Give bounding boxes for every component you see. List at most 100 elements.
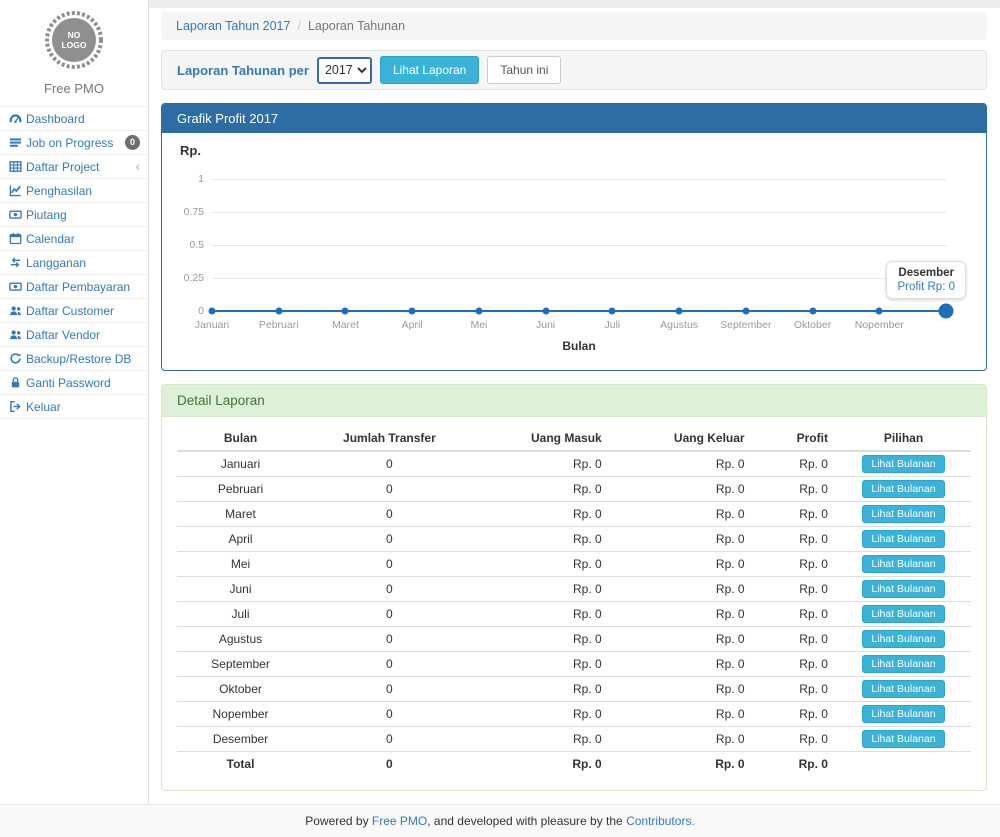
sidebar-item-label: Daftar Pembayaran xyxy=(26,280,130,294)
gridline xyxy=(212,245,946,246)
sidebar-item-langganan[interactable]: Langganan xyxy=(0,251,148,275)
table-row-pebruari: Pebruari0Rp. 0Rp. 0Rp. 0Lihat Bulanan xyxy=(177,477,971,502)
sidebar-item-label: Penghasilan xyxy=(26,184,92,198)
action-cell: Lihat Bulanan xyxy=(836,627,971,652)
sidebar-item-calendar[interactable]: Calendar xyxy=(0,227,148,251)
lihat-bulanan-button[interactable]: Lihat Bulanan xyxy=(862,580,944,598)
y-tick-label: 0.5 xyxy=(164,239,204,251)
app-name: Free PMO xyxy=(0,81,148,96)
gridline xyxy=(212,179,946,180)
cell-uang-masuk: Rp. 0 xyxy=(475,652,610,677)
lihat-bulanan-button[interactable]: Lihat Bulanan xyxy=(862,480,944,498)
sidebar-item-job-on-progress[interactable]: Job on Progress0 xyxy=(0,131,148,155)
table-row-nopember: Nopember0Rp. 0Rp. 0Rp. 0Lihat Bulanan xyxy=(177,702,971,727)
sidebar-item-label: Piutang xyxy=(26,208,67,222)
sidebar: NO LOGO Free PMO DashboardJob on Progres… xyxy=(0,0,149,804)
data-point-pebruari[interactable] xyxy=(275,308,282,315)
lihat-bulanan-button[interactable]: Lihat Bulanan xyxy=(862,680,944,698)
data-point-juni[interactable] xyxy=(542,308,549,315)
chart-panel-title: Grafik Profit 2017 xyxy=(177,111,278,126)
sidebar-item-keluar[interactable]: Keluar xyxy=(0,395,148,419)
action-cell: Lihat Bulanan xyxy=(836,477,971,502)
table-row-januari: Januari0Rp. 0Rp. 0Rp. 0Lihat Bulanan xyxy=(177,451,971,477)
cell-profit: Rp. 0 xyxy=(753,552,836,577)
cell-profit: Rp. 0 xyxy=(753,627,836,652)
lihat-bulanan-button[interactable]: Lihat Bulanan xyxy=(862,655,944,673)
footer-link-freepmo[interactable]: Free PMO xyxy=(372,814,427,828)
column-header-profit: Profit xyxy=(753,426,836,451)
detail-panel-body: BulanJumlah TransferUang MasukUang Kelua… xyxy=(162,417,986,790)
footer-text-prefix: Powered by xyxy=(305,814,372,828)
table-row-desember: Desember0Rp. 0Rp. 0Rp. 0Lihat Bulanan xyxy=(177,727,971,752)
cell-uang-keluar: Rp. 0 xyxy=(610,451,753,477)
signout-icon xyxy=(9,400,26,413)
sidebar-item-daftar-customer[interactable]: Daftar Customer xyxy=(0,299,148,323)
data-point-juli[interactable] xyxy=(609,308,616,315)
exchange-icon xyxy=(9,256,26,269)
tooltip-month: Desember xyxy=(897,267,955,279)
lihat-laporan-button[interactable]: Lihat Laporan xyxy=(380,56,479,85)
data-point-maret[interactable] xyxy=(342,308,349,315)
sidebar-item-daftar-project[interactable]: Daftar Project‹ xyxy=(0,155,148,179)
cell-jumlah-transfer: 0 xyxy=(304,727,475,752)
sidebar-item-label: Daftar Customer xyxy=(26,304,114,318)
lihat-bulanan-button[interactable]: Lihat Bulanan xyxy=(862,605,944,623)
footer-link-contributors[interactable]: Contributors. xyxy=(626,814,695,828)
sidebar-item-piutang[interactable]: Piutang xyxy=(0,203,148,227)
year-select[interactable]: 2017 xyxy=(317,57,372,84)
breadcrumb-link[interactable]: Laporan Tahun 2017 xyxy=(176,19,290,33)
x-tick-label: Maret xyxy=(332,319,359,331)
sidebar-item-dashboard[interactable]: Dashboard xyxy=(0,107,148,131)
sidebar-item-backup-restore-db[interactable]: Backup/Restore DB xyxy=(0,347,148,371)
sidebar-item-daftar-vendor[interactable]: Daftar Vendor xyxy=(0,323,148,347)
column-header-uang-keluar: Uang Keluar xyxy=(610,426,753,451)
main-content: Laporan Tahun 2017 / Laporan Tahunan Lap… xyxy=(149,0,1000,804)
tahun-ini-button[interactable]: Tahun ini xyxy=(487,56,561,85)
filter-bar: Laporan Tahunan per 2017 Lihat Laporan T… xyxy=(161,50,987,90)
data-point-mei[interactable] xyxy=(475,308,482,315)
lihat-bulanan-button[interactable]: Lihat Bulanan xyxy=(862,730,944,748)
sidebar-item-label: Keluar xyxy=(26,400,61,414)
money-icon xyxy=(9,280,26,293)
table-row-mei: Mei0Rp. 0Rp. 0Rp. 0Lihat Bulanan xyxy=(177,552,971,577)
sidebar-item-penghasilan[interactable]: Penghasilan xyxy=(0,179,148,203)
data-point-september[interactable] xyxy=(742,308,749,315)
data-point-januari[interactable] xyxy=(209,308,216,315)
cell-bulan: Oktober xyxy=(177,677,304,702)
cell-jumlah-transfer: 0 xyxy=(304,451,475,477)
sidebar-item-label: Dashboard xyxy=(26,112,85,126)
data-point-agustus[interactable] xyxy=(676,308,683,315)
chevron-left-icon: ‹ xyxy=(136,160,140,173)
cell-uang-keluar: Rp. 0 xyxy=(610,677,753,702)
lihat-bulanan-button[interactable]: Lihat Bulanan xyxy=(862,530,944,548)
cell-uang-masuk: Rp. 0 xyxy=(475,627,610,652)
lihat-bulanan-button[interactable]: Lihat Bulanan xyxy=(862,505,944,523)
data-point-oktober[interactable] xyxy=(809,308,816,315)
count-badge: 0 xyxy=(125,135,140,150)
lihat-bulanan-button[interactable]: Lihat Bulanan xyxy=(862,705,944,723)
total-cell-profit: Rp. 0 xyxy=(753,752,836,777)
cell-bulan: Agustus xyxy=(177,627,304,652)
cell-uang-masuk: Rp. 0 xyxy=(475,527,610,552)
users-icon xyxy=(9,328,26,341)
sidebar-item-ganti-password[interactable]: Ganti Password xyxy=(0,371,148,395)
lihat-bulanan-button[interactable]: Lihat Bulanan xyxy=(862,630,944,648)
cell-jumlah-transfer: 0 xyxy=(304,527,475,552)
lihat-bulanan-button[interactable]: Lihat Bulanan xyxy=(862,455,944,473)
total-cell-jumlah-transfer: 0 xyxy=(304,752,475,777)
total-cell-bulan: Total xyxy=(177,752,304,777)
cell-profit: Rp. 0 xyxy=(753,677,836,702)
y-tick-label: 0.75 xyxy=(164,206,204,218)
data-point-april[interactable] xyxy=(409,308,416,315)
y-tick-label: 1 xyxy=(164,173,204,185)
x-tick-label: September xyxy=(720,319,771,331)
lihat-bulanan-button[interactable]: Lihat Bulanan xyxy=(862,555,944,573)
sidebar-item-daftar-pembayaran[interactable]: Daftar Pembayaran xyxy=(0,275,148,299)
sidebar-item-label: Backup/Restore DB xyxy=(26,352,131,366)
action-cell: Lihat Bulanan xyxy=(836,702,971,727)
y-tick-label: 0.25 xyxy=(164,272,204,284)
action-cell: Lihat Bulanan xyxy=(836,577,971,602)
data-point-desember[interactable] xyxy=(939,304,954,319)
data-point-nopember[interactable] xyxy=(876,308,883,315)
cell-bulan: Maret xyxy=(177,502,304,527)
